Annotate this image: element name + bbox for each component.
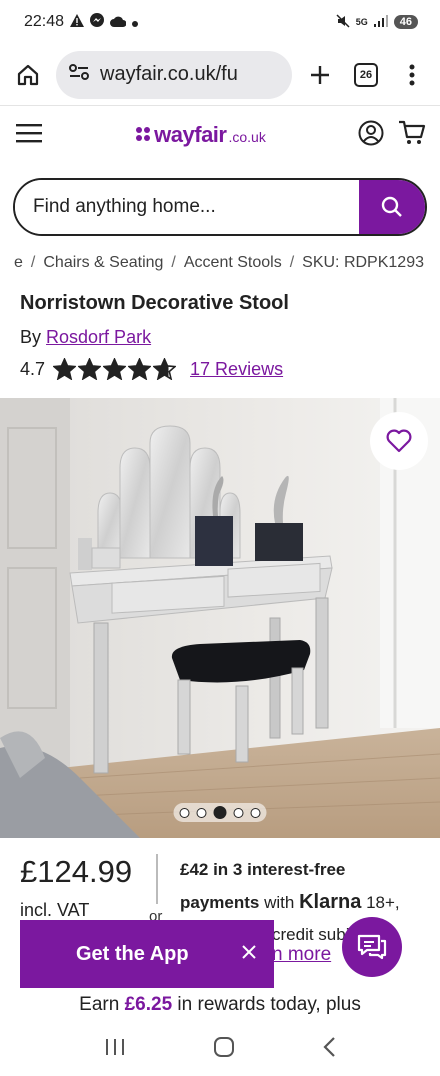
get-the-app-label: Get the App bbox=[76, 942, 189, 965]
klarna-payments: payments bbox=[180, 893, 260, 912]
carousel-dot[interactable] bbox=[233, 807, 244, 818]
menu-button[interactable] bbox=[16, 123, 42, 148]
system-home-icon bbox=[213, 1036, 234, 1057]
rewards-suffix: in rewards today, plus bbox=[177, 994, 361, 1015]
rating-stars bbox=[53, 358, 177, 380]
learn-more-link[interactable]: n more bbox=[272, 944, 331, 966]
address-bar[interactable]: wayfair.co.uk/fu bbox=[56, 50, 292, 99]
product-title: Norristown Decorative Stool bbox=[20, 292, 289, 314]
search-button[interactable] bbox=[359, 180, 425, 234]
breadcrumb-sku: SKU: RDPK1293 bbox=[302, 254, 424, 271]
messenger-icon bbox=[90, 13, 105, 31]
system-nav-bar bbox=[0, 1022, 440, 1076]
carousel-dot[interactable] bbox=[179, 807, 190, 818]
home-button[interactable] bbox=[10, 57, 46, 93]
breadcrumb-item[interactable]: e bbox=[14, 254, 23, 272]
home-icon bbox=[17, 64, 39, 85]
network-label: 5G bbox=[355, 17, 368, 27]
breadcrumb-separator: / bbox=[30, 254, 36, 271]
logo-mark-icon bbox=[134, 126, 152, 147]
logo-text: wayfair bbox=[154, 122, 227, 147]
recent-apps-icon bbox=[105, 1038, 124, 1055]
product-photo bbox=[0, 398, 440, 838]
url-text: wayfair.co.uk/fu bbox=[100, 63, 238, 85]
divider bbox=[156, 854, 158, 904]
image-carousel-dots bbox=[173, 803, 267, 822]
notification-dot-icon bbox=[132, 14, 139, 31]
more-vertical-icon bbox=[409, 64, 415, 85]
site-settings-icon[interactable] bbox=[68, 62, 90, 87]
tab-count: 26 bbox=[354, 62, 378, 87]
signal-icon bbox=[373, 14, 388, 30]
plus-icon bbox=[311, 65, 329, 84]
battery-icon: 46 bbox=[393, 15, 418, 29]
close-banner-button[interactable] bbox=[242, 944, 256, 964]
brand-line: By Rosdorf Park bbox=[0, 327, 440, 348]
klarna-age: 18+, bbox=[366, 893, 400, 912]
back-icon bbox=[323, 1036, 336, 1057]
carousel-dot[interactable] bbox=[213, 806, 227, 819]
search-input[interactable] bbox=[15, 180, 359, 234]
rewards-text: Earn £6.25 in rewards today, plus bbox=[0, 994, 440, 1016]
star-icon bbox=[153, 358, 177, 380]
account-icon bbox=[358, 120, 384, 145]
brand-link[interactable]: Rosdorf Park bbox=[46, 327, 151, 347]
wayfair-logo[interactable]: wayfair .co.uk bbox=[134, 122, 266, 148]
account-button[interactable] bbox=[358, 120, 384, 151]
klarna-logo: Klarna bbox=[299, 891, 362, 913]
star-icon bbox=[128, 358, 152, 380]
chat-button[interactable] bbox=[342, 917, 402, 977]
hamburger-icon bbox=[16, 123, 42, 142]
search-icon bbox=[381, 196, 402, 217]
system-home-button[interactable] bbox=[213, 1036, 235, 1063]
heart-icon bbox=[386, 429, 412, 453]
klarna-with: with bbox=[264, 893, 295, 912]
back-button[interactable] bbox=[322, 1036, 336, 1063]
browser-toolbar: wayfair.co.uk/fu 26 bbox=[0, 44, 440, 106]
cart-icon bbox=[399, 120, 426, 144]
star-icon bbox=[78, 358, 102, 380]
search-bar bbox=[13, 178, 427, 236]
star-icon bbox=[53, 358, 77, 380]
get-the-app-banner[interactable]: Get the App bbox=[20, 920, 274, 988]
chat-icon bbox=[357, 934, 387, 960]
alert-icon bbox=[70, 13, 85, 31]
rating-value: 4.7 bbox=[20, 358, 46, 379]
breadcrumb-separator: / bbox=[171, 254, 176, 271]
breadcrumb: e / Chairs & Seating / Accent Stools / S… bbox=[0, 250, 440, 276]
site-header: wayfair .co.uk bbox=[0, 106, 440, 164]
rewards-amount: £6.25 bbox=[124, 994, 173, 1015]
star-icon bbox=[103, 358, 127, 380]
cloud-icon bbox=[110, 14, 127, 31]
breadcrumb-separator: / bbox=[289, 254, 295, 271]
favorite-button[interactable] bbox=[370, 412, 428, 470]
browser-menu-button[interactable] bbox=[394, 57, 430, 93]
vat-label: incl. VAT bbox=[20, 900, 90, 920]
cart-button[interactable] bbox=[398, 120, 426, 151]
reviews-link[interactable]: 17 Reviews bbox=[190, 359, 283, 380]
rating-row: 4.7 17 Reviews bbox=[0, 358, 440, 380]
breadcrumb-item-chairs[interactable]: Chairs & Seating bbox=[43, 254, 163, 272]
mute-icon bbox=[336, 13, 350, 31]
recent-apps-button[interactable] bbox=[104, 1037, 126, 1062]
rewards-prefix: Earn bbox=[79, 994, 120, 1015]
logo-domain: .co.uk bbox=[228, 129, 266, 145]
by-label: By bbox=[20, 327, 42, 347]
carousel-dot[interactable] bbox=[196, 807, 207, 818]
carousel-dot[interactable] bbox=[250, 807, 261, 818]
klarna-headline: £42 in 3 interest-free bbox=[180, 860, 346, 879]
status-time: 22:48 bbox=[24, 13, 65, 30]
breadcrumb-item-stools[interactable]: Accent Stools bbox=[184, 254, 282, 272]
close-icon bbox=[242, 944, 256, 959]
tab-switcher-button[interactable]: 26 bbox=[348, 57, 384, 93]
product-image[interactable] bbox=[0, 398, 440, 838]
new-tab-button[interactable] bbox=[302, 57, 338, 93]
status-bar: 22:48 5G 46 bbox=[0, 0, 440, 44]
price: £124.99 bbox=[20, 854, 133, 889]
